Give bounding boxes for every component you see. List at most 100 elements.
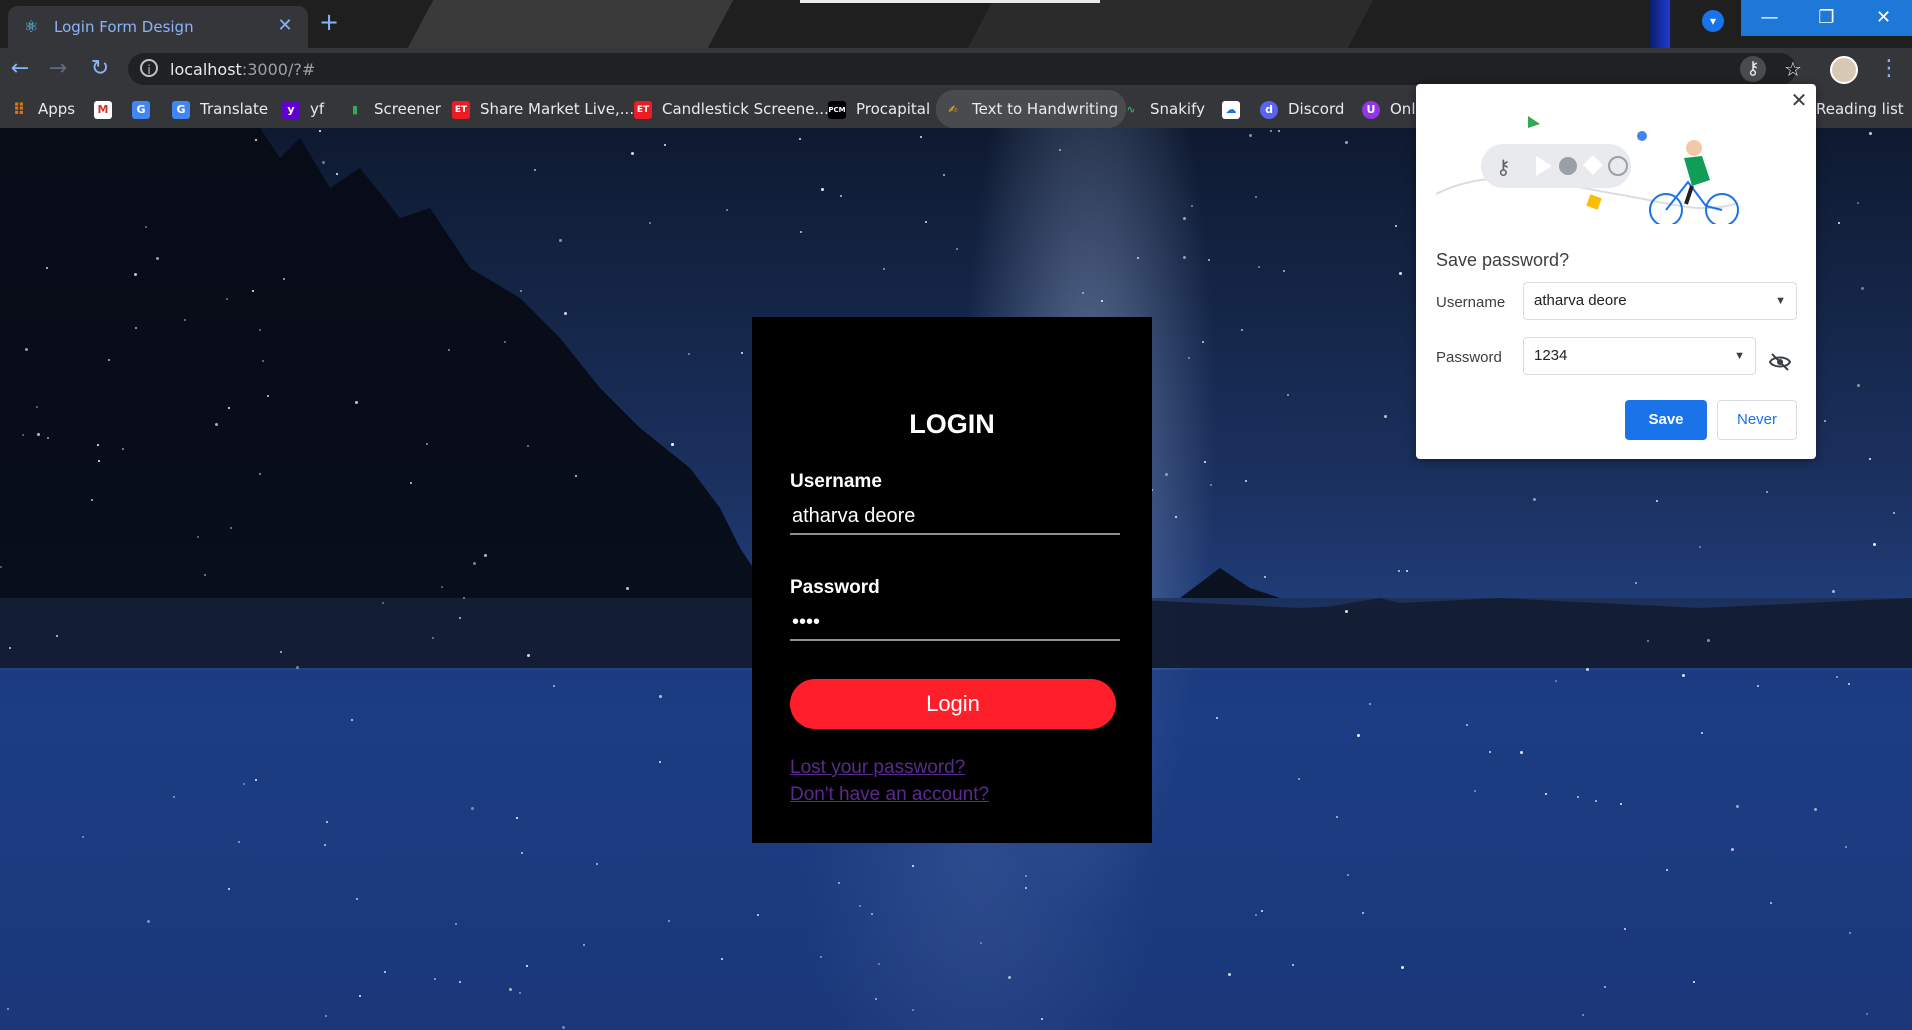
star xyxy=(726,209,728,211)
reading-list[interactable]: Reading list xyxy=(1816,90,1904,128)
bookmark-label: Screener xyxy=(374,100,441,118)
menu-icon[interactable]: ⋮ xyxy=(1878,56,1900,82)
star xyxy=(1595,800,1597,802)
restore-icon[interactable]: ❐ xyxy=(1798,0,1855,36)
star xyxy=(562,1026,565,1029)
lost-password-link[interactable]: Lost your password? xyxy=(790,757,965,779)
star xyxy=(1041,1018,1043,1020)
bookmark-discord[interactable]: d Discord xyxy=(1260,90,1344,128)
key-icon[interactable]: ⚷ xyxy=(1740,56,1766,82)
background-shard xyxy=(961,0,1379,48)
star xyxy=(504,341,506,343)
bookmark-gmail[interactable]: M xyxy=(94,90,122,128)
close-window-icon[interactable]: ✕ xyxy=(1855,0,1912,36)
star xyxy=(359,995,361,997)
bookmark-procapital[interactable]: PCM Procapital xyxy=(828,90,930,128)
signup-link[interactable]: Don't have an account? xyxy=(790,784,989,806)
star xyxy=(134,273,137,276)
login-title: LOGIN xyxy=(909,409,995,439)
star xyxy=(664,144,666,146)
bookmark-share-market[interactable]: ET Share Market Live,... xyxy=(452,90,634,128)
star xyxy=(1766,491,1768,493)
bookmark-screener[interactable]: ▮ Screener xyxy=(346,90,441,128)
et-icon: ET xyxy=(634,100,652,119)
close-icon[interactable]: ✕ xyxy=(1788,90,1810,112)
handwriting-icon: ✍ xyxy=(948,102,958,116)
star xyxy=(255,139,257,141)
bookmark-candlestick[interactable]: ET Candlestick Screene... xyxy=(634,90,829,128)
bookmark-translate[interactable]: G Translate xyxy=(172,90,268,128)
star xyxy=(1210,484,1212,486)
star xyxy=(1059,149,1061,151)
star xyxy=(434,978,436,980)
star xyxy=(1204,461,1206,463)
star xyxy=(1520,751,1523,754)
bookmark-label: Share Market Live,... xyxy=(480,100,635,118)
star xyxy=(156,257,159,260)
star xyxy=(1362,912,1364,914)
username-input[interactable]: atharva deore xyxy=(790,497,1120,535)
bookmark-sheets[interactable]: G xyxy=(132,90,160,128)
login-button[interactable]: Login xyxy=(790,679,1116,729)
star xyxy=(671,443,674,446)
star xyxy=(1474,790,1476,792)
save-password-illustration: ⚷ xyxy=(1436,116,1739,224)
bookmark-yf[interactable]: y yf xyxy=(282,90,324,128)
bookmark-star-icon[interactable]: ☆ xyxy=(1780,56,1806,82)
star xyxy=(1245,480,1247,482)
star xyxy=(184,319,186,321)
star xyxy=(471,807,474,810)
star xyxy=(228,888,230,890)
star xyxy=(459,617,461,619)
bookmark-apps[interactable]: ⠿ Apps xyxy=(10,90,75,128)
dialog-password-select[interactable]: 1234 ▼ xyxy=(1523,337,1756,375)
star xyxy=(871,913,873,915)
bar-chart-icon: ▮ xyxy=(351,102,359,116)
site-info-icon[interactable]: i xyxy=(140,59,158,77)
save-password-dialog: ✕ ⚷ Save password? Username atharva deor… xyxy=(1416,84,1816,459)
star xyxy=(840,195,842,197)
star xyxy=(912,865,914,867)
dialog-username-select[interactable]: atharva deore ▼ xyxy=(1523,282,1797,320)
new-tab-icon[interactable]: + xyxy=(314,8,344,38)
hide-password-icon[interactable] xyxy=(1768,350,1792,374)
bookmark-snakify[interactable]: ∿ Snakify xyxy=(1122,90,1205,128)
star xyxy=(1336,816,1338,818)
address-bar[interactable]: i localhost:3000/?# xyxy=(128,53,1796,85)
star xyxy=(534,169,536,171)
star xyxy=(1893,512,1895,514)
star xyxy=(122,448,124,450)
bookmark-handwriting[interactable]: ✍ Text to Handwriting xyxy=(936,90,1127,128)
profile-avatar[interactable] xyxy=(1830,56,1858,84)
never-button[interactable]: Never xyxy=(1717,400,1797,440)
bookmark-onl[interactable]: U Onl xyxy=(1362,90,1415,128)
close-tab-icon[interactable]: ✕ xyxy=(274,15,296,36)
star xyxy=(956,248,958,250)
star xyxy=(527,654,530,657)
star xyxy=(56,635,58,637)
star xyxy=(1202,341,1204,343)
star xyxy=(1770,902,1772,904)
star xyxy=(1008,976,1011,979)
browser-tab-active[interactable]: ⚛ Login Form Design ✕ xyxy=(8,6,308,48)
star xyxy=(1647,640,1649,642)
star xyxy=(351,719,353,721)
star xyxy=(1137,257,1139,259)
minimize-icon[interactable]: — xyxy=(1741,0,1798,36)
star xyxy=(145,226,147,228)
star xyxy=(173,796,175,798)
dialog-password-value: 1234 xyxy=(1534,347,1568,364)
back-icon[interactable]: ← xyxy=(6,56,34,82)
star xyxy=(821,188,824,191)
reload-icon[interactable]: ↻ xyxy=(86,56,114,82)
star xyxy=(741,352,743,354)
star xyxy=(384,971,386,973)
tab-search-icon[interactable]: ▾ xyxy=(1702,10,1724,32)
star xyxy=(262,360,264,362)
forward-icon[interactable]: → xyxy=(44,56,72,82)
password-input[interactable]: •••• xyxy=(790,603,1120,641)
save-button[interactable]: Save xyxy=(1625,400,1707,440)
star xyxy=(1369,703,1371,705)
star xyxy=(1241,329,1243,331)
bookmark-cloud[interactable]: ☁ xyxy=(1222,90,1250,128)
